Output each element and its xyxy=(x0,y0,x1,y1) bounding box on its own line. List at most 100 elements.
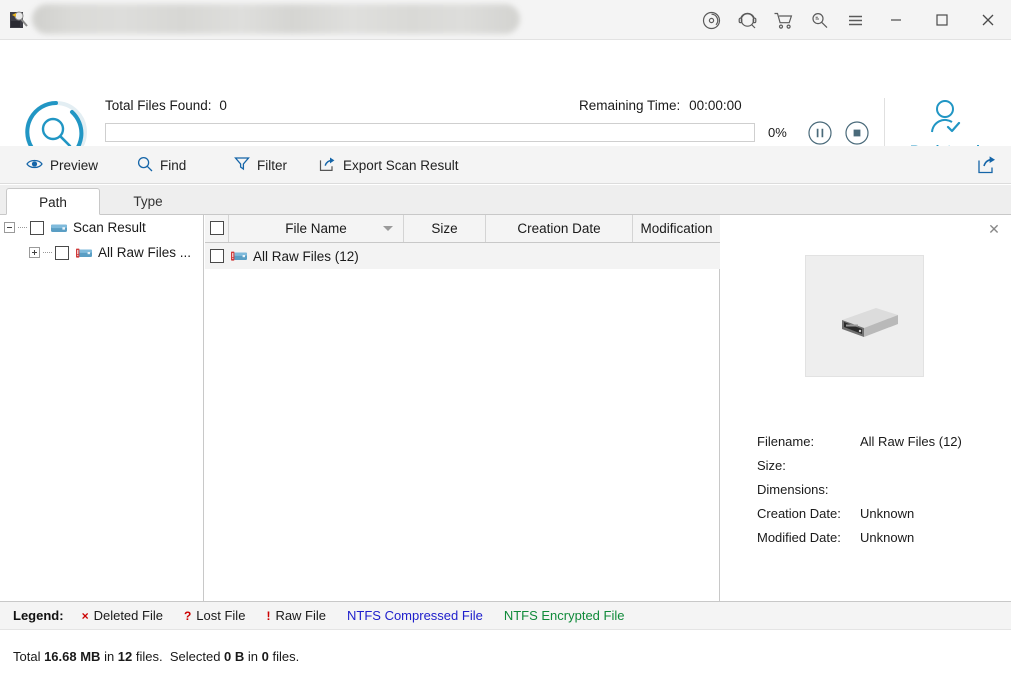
window-title-redacted xyxy=(32,4,520,34)
column-file-name[interactable]: File Name xyxy=(229,215,404,242)
filter-label: Filter xyxy=(257,157,287,173)
legend-label: NTFS Encrypted File xyxy=(503,608,625,623)
column-creation-date[interactable]: Creation Date xyxy=(486,215,633,242)
find-label: Find xyxy=(160,157,187,173)
tree-connector xyxy=(18,227,27,228)
tab-path[interactable]: Path xyxy=(6,188,100,215)
column-modification[interactable]: Modification xyxy=(633,215,720,242)
total-files-found: Total Files Found: 0 xyxy=(105,98,227,113)
scan-progress-bar xyxy=(105,123,755,142)
raw-folder-icon xyxy=(230,249,248,263)
detail-value: Unknown xyxy=(860,530,915,545)
remaining-time-label: Remaining Time: xyxy=(579,98,681,113)
column-file-name-label: File Name xyxy=(285,221,347,236)
stop-scan-button[interactable] xyxy=(845,121,869,145)
drive-icon xyxy=(50,221,68,235)
row-checkbox[interactable] xyxy=(210,249,224,263)
total-files-label: Total Files Found: xyxy=(105,98,212,113)
file-list: File Name Size Creation Date Modificatio… xyxy=(205,215,720,601)
close-icon[interactable]: ✕ xyxy=(986,221,1002,237)
export-share-icon xyxy=(319,156,336,175)
find-button[interactable]: Find xyxy=(133,146,190,184)
total-size: 16.68 MB xyxy=(44,649,101,664)
detail-panel: ✕ Filename: All Raw Files (12) Size: Dim… xyxy=(721,215,1011,601)
tree-item-label: All Raw Files ... xyxy=(98,245,192,260)
detail-value: Unknown xyxy=(860,506,915,521)
preview-button[interactable]: Preview xyxy=(22,146,102,184)
tree-item-scan-result[interactable]: Scan Result xyxy=(0,215,204,240)
close-button[interactable] xyxy=(965,0,1011,40)
detail-key: Creation Date: xyxy=(757,506,841,521)
column-size[interactable]: Size xyxy=(404,215,486,242)
detail-field-creation-date: Creation Date: Unknown xyxy=(757,506,997,530)
tree-connector xyxy=(43,252,52,253)
total-prefix: Total xyxy=(13,649,45,664)
expand-icon[interactable] xyxy=(29,247,40,258)
selected-prefix: Selected xyxy=(169,649,225,664)
legend-label: Raw File xyxy=(275,608,327,623)
shopping-cart-icon[interactable] xyxy=(765,0,801,40)
legend-item-ntfs-encrypted: NTFS Encrypted File xyxy=(504,608,625,623)
detail-value: All Raw Files (12) xyxy=(860,434,962,449)
selected-size: 0 B xyxy=(224,649,245,664)
minimize-button[interactable] xyxy=(873,0,919,40)
tree-checkbox[interactable] xyxy=(55,245,69,260)
selected-suffix: files. xyxy=(268,649,300,664)
view-tabs: Path Type xyxy=(0,185,1011,215)
select-all-column[interactable] xyxy=(205,215,229,242)
total-count: 12 xyxy=(117,649,133,664)
collapse-icon[interactable] xyxy=(4,222,15,233)
export-label: Export Scan Result xyxy=(343,157,459,173)
selected-count: 0 xyxy=(261,649,269,664)
status-summary: Total 16.68 MB in 12 files. Selected 0 B… xyxy=(13,649,299,664)
preview-label: Preview xyxy=(50,157,99,173)
tree-item-label: Scan Result xyxy=(73,220,146,235)
legend-item-deleted-file: × Deleted File xyxy=(82,608,163,623)
detail-fields: Filename: All Raw Files (12) Size: Dimen… xyxy=(757,434,997,554)
remaining-time: Remaining Time: 00:00:00 xyxy=(579,98,742,113)
remaining-time-value: 00:00:00 xyxy=(689,98,742,113)
headset-support-icon[interactable] xyxy=(729,0,765,40)
legend-item-raw-file: ! Raw File xyxy=(266,608,326,623)
detail-key: Filename: xyxy=(757,434,815,449)
preview-thumbnail xyxy=(805,255,924,377)
legend-bar: Legend: × Deleted File ? Lost File ! Raw… xyxy=(0,601,1011,630)
sort-descending-icon[interactable] xyxy=(383,226,393,231)
action-toolbar: Preview Find Filter Export Scan Result xyxy=(0,146,1011,184)
filter-button[interactable]: Filter xyxy=(230,146,291,184)
title-bar xyxy=(0,0,1011,40)
tree-checkbox[interactable] xyxy=(30,220,44,235)
export-scan-result-button[interactable]: Export Scan Result xyxy=(315,146,463,184)
detail-key: Dimensions: xyxy=(757,482,829,497)
detail-field-modified-date: Modified Date: Unknown xyxy=(757,530,997,554)
search-icon[interactable] xyxy=(801,0,837,40)
detail-key: Size: xyxy=(757,458,786,473)
deleted-file-marker-icon: × xyxy=(81,608,89,623)
tree-item-all-raw-files[interactable]: All Raw Files ... xyxy=(0,240,204,265)
raw-file-marker-icon: ! xyxy=(266,608,271,623)
eye-icon xyxy=(26,157,43,174)
total-suffix: files. xyxy=(132,649,163,664)
search-icon xyxy=(137,156,153,175)
pause-scan-button[interactable] xyxy=(808,121,832,145)
legend-label: Lost File xyxy=(196,608,246,623)
app-window: Total Files Found: 0 Remaining Time: 00:… xyxy=(0,0,1011,684)
select-all-checkbox[interactable] xyxy=(209,221,224,235)
export-share-icon-right[interactable] xyxy=(977,155,997,175)
detail-key: Modified Date: xyxy=(757,530,841,545)
hamburger-menu-icon[interactable] xyxy=(837,0,873,40)
tab-type[interactable]: Type xyxy=(103,188,193,215)
total-files-value: 0 xyxy=(219,98,227,113)
status-bar: Total 16.68 MB in 12 files. Selected 0 B… xyxy=(0,630,1011,684)
app-icon xyxy=(8,9,30,31)
disc-scan-icon[interactable] xyxy=(693,0,729,40)
detail-field-dimensions: Dimensions: xyxy=(757,482,997,506)
scan-panel: Total Files Found: 0 Remaining Time: 00:… xyxy=(0,40,1011,186)
raw-folder-icon xyxy=(75,246,93,260)
legend-item-ntfs-compressed: NTFS Compressed File xyxy=(347,608,483,623)
table-row[interactable]: All Raw Files (12) xyxy=(205,243,720,269)
funnel-icon xyxy=(234,156,250,174)
maximize-button[interactable] xyxy=(919,0,965,40)
selected-mid: in xyxy=(244,649,262,664)
legend-label: Deleted File xyxy=(93,608,163,623)
